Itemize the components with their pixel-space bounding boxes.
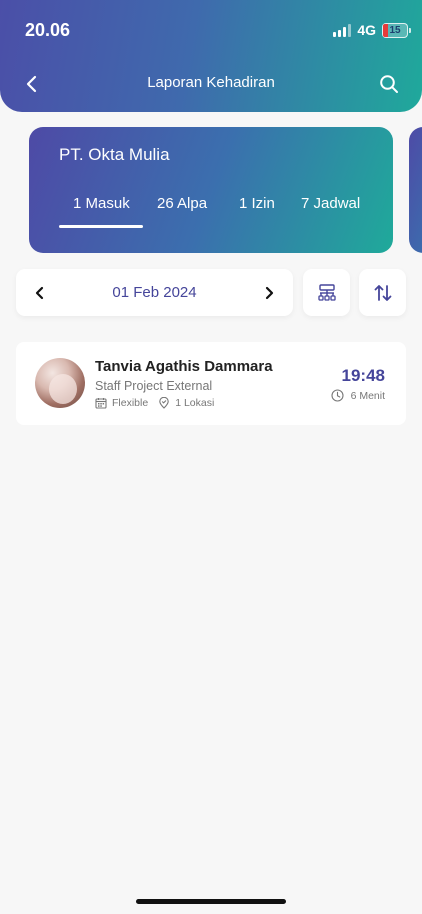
employee-role: Staff Project External xyxy=(95,379,213,393)
tab-masuk[interactable]: 1 Masuk xyxy=(73,195,130,212)
clock-icon xyxy=(331,389,344,402)
network-label: 4G xyxy=(357,22,376,38)
signal-icon xyxy=(333,23,352,37)
home-indicator[interactable] xyxy=(136,899,286,904)
location-pin-icon xyxy=(159,397,169,409)
status-time: 20.06 xyxy=(25,20,71,40)
employee-meta: Flexible 1 Lokasi xyxy=(95,397,224,409)
company-name: PT. Okta Mulia xyxy=(59,145,170,164)
check-in-time: 19:48 xyxy=(341,366,385,385)
page-title: Laporan Kehadiran xyxy=(147,74,275,91)
next-company-card[interactable] xyxy=(409,127,422,253)
tab-izin[interactable]: 1 Izin xyxy=(239,195,275,212)
schedule-info: Flexible xyxy=(95,397,148,409)
status-icons: 4G 15 xyxy=(333,22,411,38)
tab-jadwal[interactable]: 7 Jadwal xyxy=(301,195,360,212)
org-structure-icon xyxy=(317,283,336,301)
avatar xyxy=(35,358,85,408)
location-label: 1 Lokasi xyxy=(175,397,215,409)
stat-tabs: 1 Masuk 26 Alpa 1 Izin 7 Jadwal xyxy=(59,195,373,228)
battery-icon: 15 xyxy=(382,22,411,38)
chevron-right-icon xyxy=(265,286,274,299)
active-tab-indicator xyxy=(59,225,143,228)
duration-label: 6 Menit xyxy=(350,389,385,402)
app-header: 20.06 4G 15 Laporan Kehadiran xyxy=(0,0,422,112)
org-structure-button[interactable] xyxy=(303,269,350,316)
calendar-icon xyxy=(95,398,107,409)
employee-name: Tanvia Agathis Dammara xyxy=(95,358,273,375)
search-button[interactable] xyxy=(376,70,402,98)
company-card: PT. Okta Mulia 1 Masuk 26 Alpa 1 Izin 7 … xyxy=(29,127,393,253)
duration-info: 6 Menit xyxy=(331,389,385,402)
location-info: 1 Lokasi xyxy=(158,397,214,409)
schedule-label: Flexible xyxy=(112,397,149,409)
date-navigator: 01 Feb 2024 xyxy=(16,269,293,316)
search-icon xyxy=(380,75,398,93)
next-date-button[interactable] xyxy=(257,279,281,306)
selected-date[interactable]: 01 Feb 2024 xyxy=(16,284,293,301)
sort-button[interactable] xyxy=(359,269,406,316)
employee-attendance-card[interactable]: Tanvia Agathis Dammara Staff Project Ext… xyxy=(16,342,406,425)
sort-arrows-icon xyxy=(374,284,391,301)
tab-alpa[interactable]: 26 Alpa xyxy=(157,195,207,212)
